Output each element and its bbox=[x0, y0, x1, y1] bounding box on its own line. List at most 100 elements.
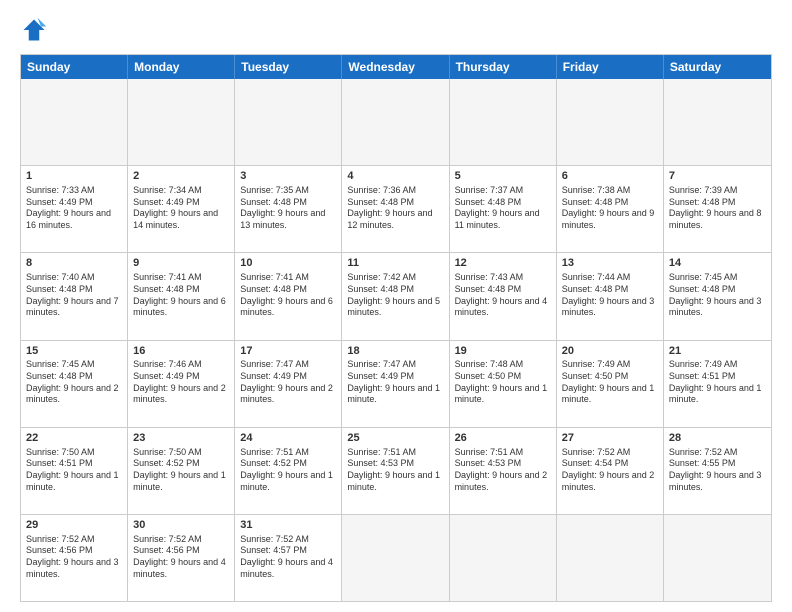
calendar-cell bbox=[557, 515, 664, 601]
cell-info: Sunrise: 7:45 AMSunset: 4:48 PMDaylight:… bbox=[669, 272, 766, 319]
calendar-cell bbox=[21, 79, 128, 165]
cell-info: Sunrise: 7:50 AMSunset: 4:52 PMDaylight:… bbox=[133, 447, 229, 494]
calendar-cell bbox=[342, 515, 449, 601]
cell-info: Sunrise: 7:41 AMSunset: 4:48 PMDaylight:… bbox=[133, 272, 229, 319]
day-number: 10 bbox=[240, 256, 336, 271]
calendar-row: 1Sunrise: 7:33 AMSunset: 4:49 PMDaylight… bbox=[21, 165, 771, 252]
calendar-body: 1Sunrise: 7:33 AMSunset: 4:49 PMDaylight… bbox=[21, 79, 771, 601]
day-number: 28 bbox=[669, 431, 766, 446]
day-number: 8 bbox=[26, 256, 122, 271]
calendar-cell: 13Sunrise: 7:44 AMSunset: 4:48 PMDayligh… bbox=[557, 253, 664, 339]
calendar-cell bbox=[235, 79, 342, 165]
calendar-cell: 6Sunrise: 7:38 AMSunset: 4:48 PMDaylight… bbox=[557, 166, 664, 252]
calendar-cell: 29Sunrise: 7:52 AMSunset: 4:56 PMDayligh… bbox=[21, 515, 128, 601]
cell-info: Sunrise: 7:52 AMSunset: 4:56 PMDaylight:… bbox=[26, 534, 122, 581]
calendar-cell: 24Sunrise: 7:51 AMSunset: 4:52 PMDayligh… bbox=[235, 428, 342, 514]
calendar-header-cell: Tuesday bbox=[235, 55, 342, 79]
calendar-cell: 28Sunrise: 7:52 AMSunset: 4:55 PMDayligh… bbox=[664, 428, 771, 514]
cell-info: Sunrise: 7:49 AMSunset: 4:50 PMDaylight:… bbox=[562, 359, 658, 406]
calendar-cell: 23Sunrise: 7:50 AMSunset: 4:52 PMDayligh… bbox=[128, 428, 235, 514]
cell-info: Sunrise: 7:44 AMSunset: 4:48 PMDaylight:… bbox=[562, 272, 658, 319]
day-number: 27 bbox=[562, 431, 658, 446]
calendar-header-cell: Friday bbox=[557, 55, 664, 79]
cell-info: Sunrise: 7:52 AMSunset: 4:55 PMDaylight:… bbox=[669, 447, 766, 494]
calendar-row: 22Sunrise: 7:50 AMSunset: 4:51 PMDayligh… bbox=[21, 427, 771, 514]
calendar-cell: 3Sunrise: 7:35 AMSunset: 4:48 PMDaylight… bbox=[235, 166, 342, 252]
calendar-cell bbox=[664, 79, 771, 165]
calendar-row: 29Sunrise: 7:52 AMSunset: 4:56 PMDayligh… bbox=[21, 514, 771, 601]
page: SundayMondayTuesdayWednesdayThursdayFrid… bbox=[0, 0, 792, 612]
calendar-cell: 22Sunrise: 7:50 AMSunset: 4:51 PMDayligh… bbox=[21, 428, 128, 514]
day-number: 21 bbox=[669, 344, 766, 359]
calendar-cell: 31Sunrise: 7:52 AMSunset: 4:57 PMDayligh… bbox=[235, 515, 342, 601]
day-number: 30 bbox=[133, 518, 229, 533]
day-number: 24 bbox=[240, 431, 336, 446]
calendar-header-cell: Sunday bbox=[21, 55, 128, 79]
calendar-cell: 27Sunrise: 7:52 AMSunset: 4:54 PMDayligh… bbox=[557, 428, 664, 514]
calendar-cell: 21Sunrise: 7:49 AMSunset: 4:51 PMDayligh… bbox=[664, 341, 771, 427]
cell-info: Sunrise: 7:48 AMSunset: 4:50 PMDaylight:… bbox=[455, 359, 551, 406]
day-number: 25 bbox=[347, 431, 443, 446]
day-number: 16 bbox=[133, 344, 229, 359]
calendar-cell bbox=[128, 79, 235, 165]
day-number: 20 bbox=[562, 344, 658, 359]
day-number: 17 bbox=[240, 344, 336, 359]
calendar-header-cell: Thursday bbox=[450, 55, 557, 79]
day-number: 2 bbox=[133, 169, 229, 184]
calendar-cell bbox=[450, 515, 557, 601]
header bbox=[20, 16, 772, 44]
calendar-cell: 2Sunrise: 7:34 AMSunset: 4:49 PMDaylight… bbox=[128, 166, 235, 252]
day-number: 7 bbox=[669, 169, 766, 184]
calendar-cell bbox=[342, 79, 449, 165]
cell-info: Sunrise: 7:52 AMSunset: 4:57 PMDaylight:… bbox=[240, 534, 336, 581]
cell-info: Sunrise: 7:40 AMSunset: 4:48 PMDaylight:… bbox=[26, 272, 122, 319]
cell-info: Sunrise: 7:49 AMSunset: 4:51 PMDaylight:… bbox=[669, 359, 766, 406]
calendar-cell bbox=[664, 515, 771, 601]
cell-info: Sunrise: 7:33 AMSunset: 4:49 PMDaylight:… bbox=[26, 185, 122, 232]
calendar-cell: 16Sunrise: 7:46 AMSunset: 4:49 PMDayligh… bbox=[128, 341, 235, 427]
calendar-row: 15Sunrise: 7:45 AMSunset: 4:48 PMDayligh… bbox=[21, 340, 771, 427]
calendar-cell: 17Sunrise: 7:47 AMSunset: 4:49 PMDayligh… bbox=[235, 341, 342, 427]
calendar-cell: 14Sunrise: 7:45 AMSunset: 4:48 PMDayligh… bbox=[664, 253, 771, 339]
cell-info: Sunrise: 7:35 AMSunset: 4:48 PMDaylight:… bbox=[240, 185, 336, 232]
cell-info: Sunrise: 7:45 AMSunset: 4:48 PMDaylight:… bbox=[26, 359, 122, 406]
calendar-header-cell: Monday bbox=[128, 55, 235, 79]
cell-info: Sunrise: 7:47 AMSunset: 4:49 PMDaylight:… bbox=[240, 359, 336, 406]
day-number: 26 bbox=[455, 431, 551, 446]
cell-info: Sunrise: 7:37 AMSunset: 4:48 PMDaylight:… bbox=[455, 185, 551, 232]
day-number: 11 bbox=[347, 256, 443, 271]
cell-info: Sunrise: 7:34 AMSunset: 4:49 PMDaylight:… bbox=[133, 185, 229, 232]
calendar-row: 8Sunrise: 7:40 AMSunset: 4:48 PMDaylight… bbox=[21, 252, 771, 339]
cell-info: Sunrise: 7:36 AMSunset: 4:48 PMDaylight:… bbox=[347, 185, 443, 232]
day-number: 29 bbox=[26, 518, 122, 533]
logo bbox=[20, 16, 52, 44]
cell-info: Sunrise: 7:50 AMSunset: 4:51 PMDaylight:… bbox=[26, 447, 122, 494]
calendar-cell bbox=[450, 79, 557, 165]
calendar-cell: 20Sunrise: 7:49 AMSunset: 4:50 PMDayligh… bbox=[557, 341, 664, 427]
day-number: 3 bbox=[240, 169, 336, 184]
day-number: 22 bbox=[26, 431, 122, 446]
calendar-row bbox=[21, 79, 771, 165]
calendar-cell: 12Sunrise: 7:43 AMSunset: 4:48 PMDayligh… bbox=[450, 253, 557, 339]
calendar-cell: 4Sunrise: 7:36 AMSunset: 4:48 PMDaylight… bbox=[342, 166, 449, 252]
calendar-header: SundayMondayTuesdayWednesdayThursdayFrid… bbox=[21, 55, 771, 79]
calendar-cell: 8Sunrise: 7:40 AMSunset: 4:48 PMDaylight… bbox=[21, 253, 128, 339]
day-number: 18 bbox=[347, 344, 443, 359]
day-number: 13 bbox=[562, 256, 658, 271]
day-number: 5 bbox=[455, 169, 551, 184]
calendar-cell: 11Sunrise: 7:42 AMSunset: 4:48 PMDayligh… bbox=[342, 253, 449, 339]
calendar-cell: 25Sunrise: 7:51 AMSunset: 4:53 PMDayligh… bbox=[342, 428, 449, 514]
calendar-cell: 18Sunrise: 7:47 AMSunset: 4:49 PMDayligh… bbox=[342, 341, 449, 427]
cell-info: Sunrise: 7:52 AMSunset: 4:56 PMDaylight:… bbox=[133, 534, 229, 581]
calendar: SundayMondayTuesdayWednesdayThursdayFrid… bbox=[20, 54, 772, 602]
cell-info: Sunrise: 7:41 AMSunset: 4:48 PMDaylight:… bbox=[240, 272, 336, 319]
calendar-cell: 10Sunrise: 7:41 AMSunset: 4:48 PMDayligh… bbox=[235, 253, 342, 339]
calendar-cell: 9Sunrise: 7:41 AMSunset: 4:48 PMDaylight… bbox=[128, 253, 235, 339]
cell-info: Sunrise: 7:42 AMSunset: 4:48 PMDaylight:… bbox=[347, 272, 443, 319]
day-number: 4 bbox=[347, 169, 443, 184]
calendar-cell: 1Sunrise: 7:33 AMSunset: 4:49 PMDaylight… bbox=[21, 166, 128, 252]
cell-info: Sunrise: 7:39 AMSunset: 4:48 PMDaylight:… bbox=[669, 185, 766, 232]
calendar-cell: 5Sunrise: 7:37 AMSunset: 4:48 PMDaylight… bbox=[450, 166, 557, 252]
cell-info: Sunrise: 7:51 AMSunset: 4:52 PMDaylight:… bbox=[240, 447, 336, 494]
calendar-header-cell: Wednesday bbox=[342, 55, 449, 79]
